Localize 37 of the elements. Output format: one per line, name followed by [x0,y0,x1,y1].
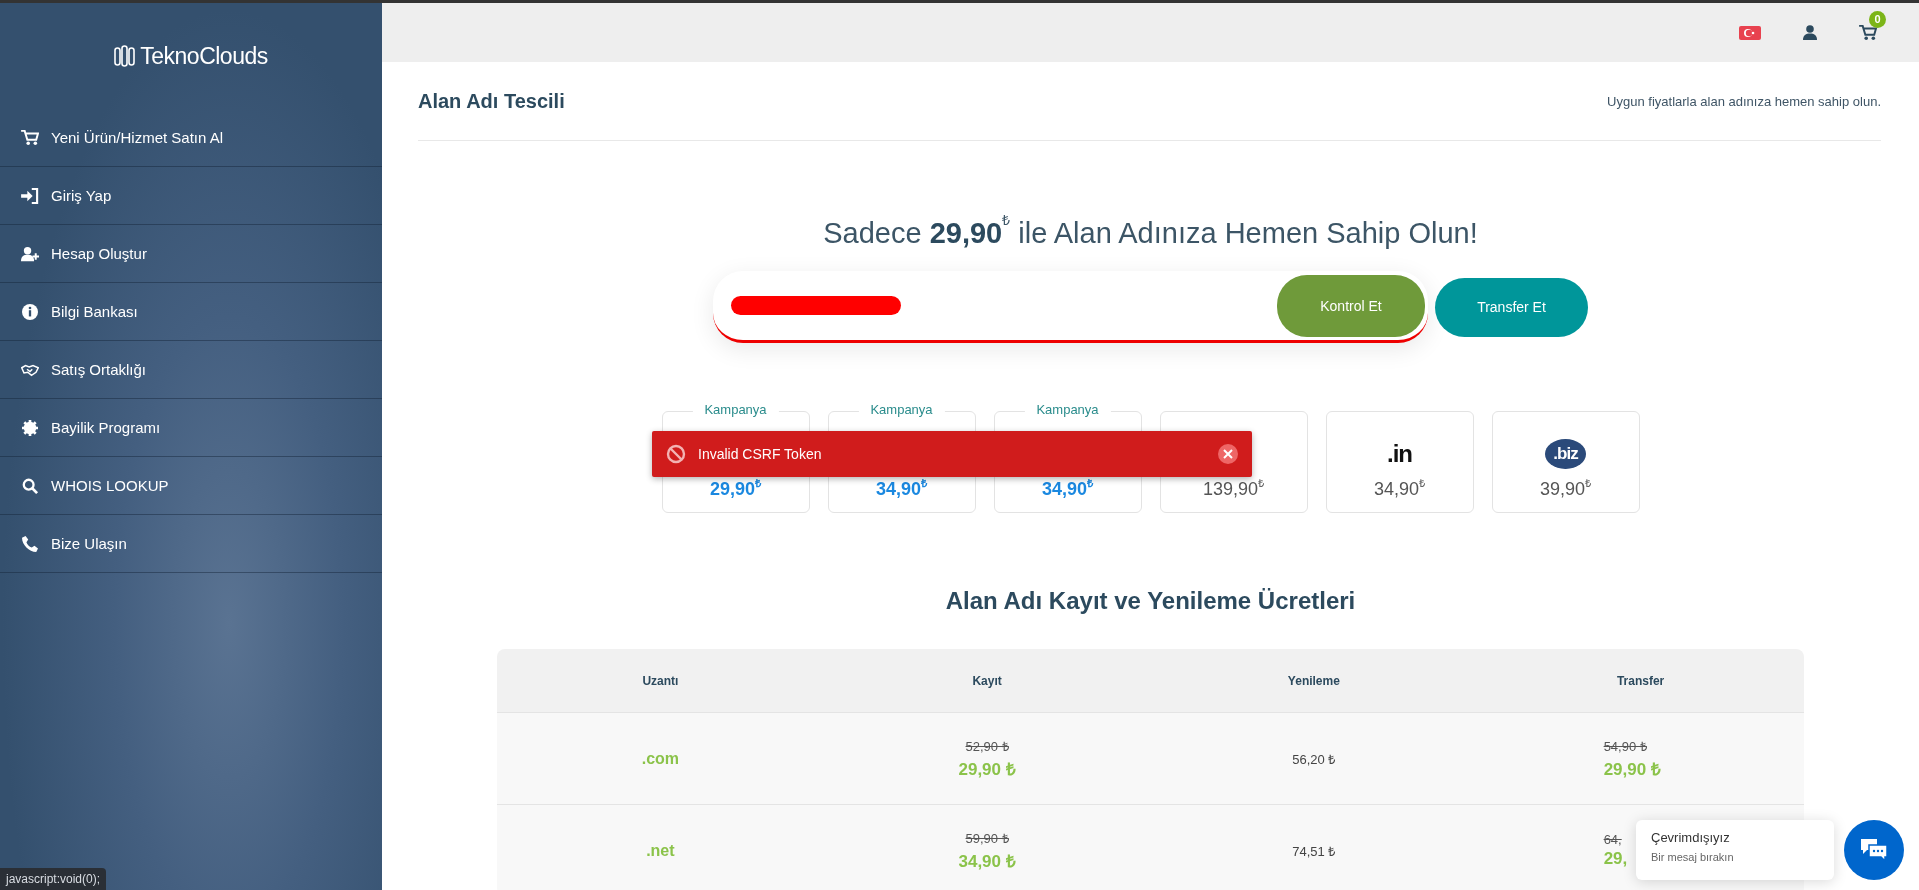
old-price: 52,90 ₺ [965,738,1009,755]
column-header: Yenileme [1286,673,1341,688]
chat-status: Çevrimdışıyız [1651,830,1731,845]
tld-price: 29,90$^{₺}$ [709,476,761,500]
cart-count-badge: 0 [1869,10,1886,28]
logo-text: TeknoClouds [140,42,268,70]
page-title: Alan Adı Tescili [418,89,565,113]
new-price: 29, [1603,849,1628,869]
page-subtitle: Uygun fiyatlarla alan adınıza hemen sahip olun. [1607,93,1881,109]
campaign-label: Kampanya [858,402,945,417]
campaign-label: Kampanya [692,402,779,417]
new-price: 34,90 ₺ [958,851,1016,872]
table-cell-text: 74,51 ₺ [1291,842,1337,860]
column-header: Kayıt [971,673,1003,688]
table-cell-text: .com [640,749,681,768]
tld-price: 139,90$^{₺}$ [1202,476,1265,500]
old-price: 59,90 ₺ [965,830,1009,847]
hero-headline: Sadece 29,90$^{₺}$ ile Alan Adınıza Hemen Sahip Olun! [822,211,1479,251]
table-title: Alan Adı Kayıt ve Yenileme Ücretleri [944,586,1357,616]
chat-prompt: Bir mesaj bırakın [1651,851,1735,863]
old-price: 64, [1603,832,1622,847]
tld-price: 39,90$^{₺}$ [1539,476,1591,500]
tld-price: 34,90$^{₺}$ [875,476,927,500]
tld-price: 34,90$^{₺}$ [1041,476,1093,500]
toast-message: Invalid CSRF Token [698,446,823,462]
tld-price: 34,90$^{₺}$ [1373,476,1425,500]
campaign-label: Kampanya [1024,402,1111,417]
status-url: javascript:void(0); [0,868,107,890]
old-price: 54,90 ₺ [1603,738,1647,755]
column-header: Transfer [1615,673,1666,688]
table-cell-text: 56,20 ₺ [1291,750,1337,768]
table-cell-text: .net [645,841,676,860]
new-price: 29,90 ₺ [1603,759,1661,780]
new-price: 29,90 ₺ [958,759,1016,780]
column-header: Uzantı [641,673,680,688]
tld-logo: .biz [1545,439,1586,469]
tld-logo: .in [1387,439,1412,469]
